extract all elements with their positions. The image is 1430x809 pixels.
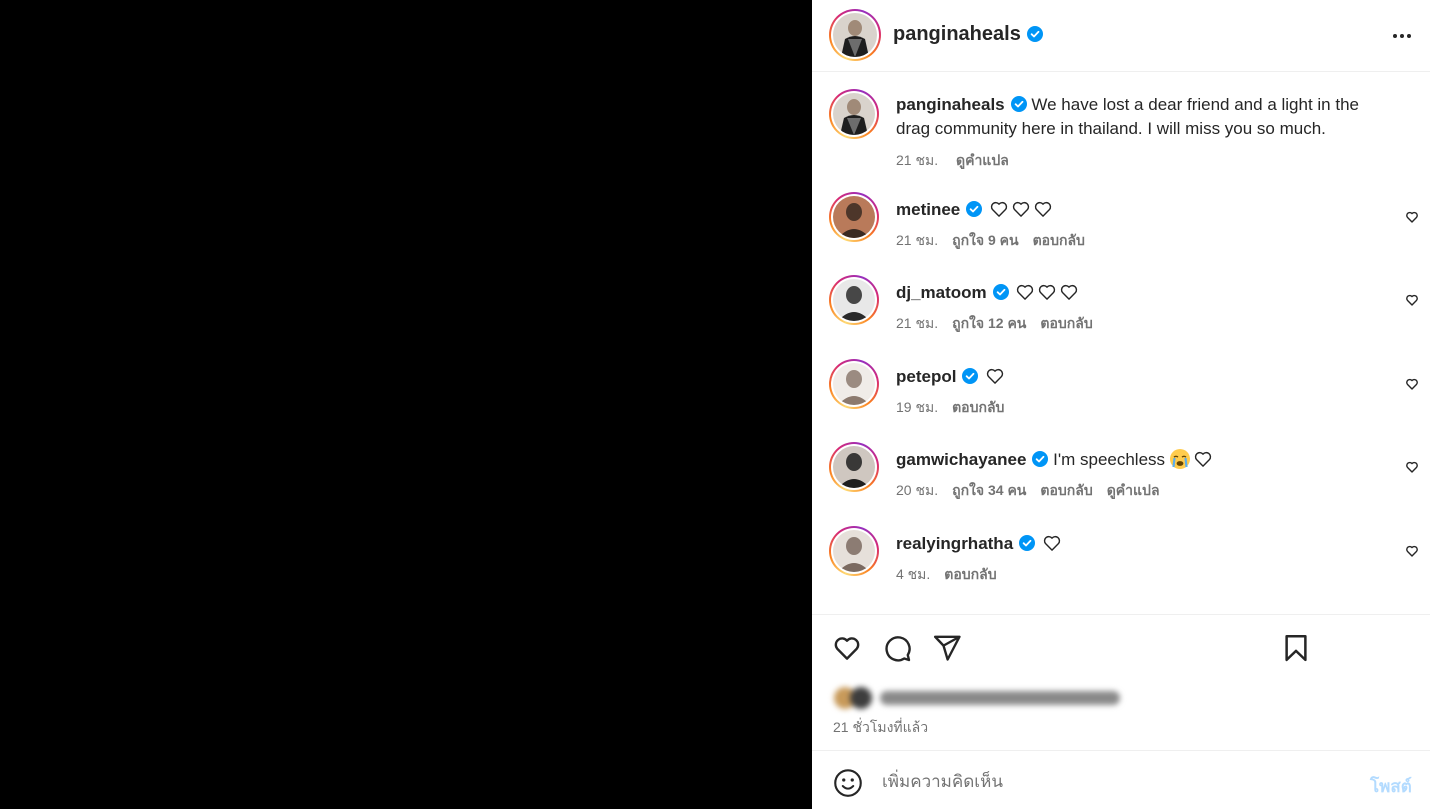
caption-avatar[interactable] [829,89,879,139]
caption-time[interactable]: 21 ชม. [896,152,938,168]
action-bar: 21 ชั่วโมงที่แล้ว [812,614,1430,750]
comment-meta: 21 ชม. ถูกใจ 12 คน ตอบกลับ [896,313,1107,335]
heart-emoji-icon [1011,199,1031,219]
comment-body: metinee [896,198,1376,222]
caption-meta: 21 ชม. ดูคำแปล [896,150,1023,172]
comment-time[interactable]: 19 ชม. [896,399,938,415]
comment-time[interactable]: 20 ชม. [896,482,938,498]
comment-like-icon[interactable] [1405,544,1419,558]
reply-button[interactable]: ตอบกลับ [944,566,996,582]
verified-badge-icon [1019,535,1036,551]
comment-row: metinee 21 ชม. ถูกใจ 9 คน ตอบกลับ [829,192,1419,262]
commenter-username[interactable]: dj_matoom [896,283,987,302]
commenter-avatar[interactable] [829,192,879,242]
reply-button[interactable]: ตอบกลับ [1040,315,1092,331]
comment-like-icon[interactable] [1405,293,1419,307]
comment-body: petepol [896,365,1376,389]
comment-meta: 21 ชม. ถูกใจ 9 คน ตอบกลับ [896,230,1099,252]
see-translation-button[interactable]: ดูคำแปล [956,152,1009,168]
comment-like-icon[interactable] [1405,460,1419,474]
comment-time[interactable]: 21 ชม. [896,232,938,248]
comment-like-icon[interactable] [1405,377,1419,391]
liked-by-summary[interactable] [834,685,1154,711]
comment-body: dj_matoom [896,281,1376,305]
caption-row: panginaheals We have lost a dear friend … [829,89,1419,179]
heart-emoji-icon [1037,282,1057,302]
comment-time[interactable]: 21 ชม. [896,315,938,331]
caption-body: panginaheals We have lost a dear friend … [896,93,1376,141]
commenter-username[interactable]: gamwichayanee [896,450,1026,469]
reply-button[interactable]: ตอบกลับ [952,399,1004,415]
comment-row: dj_matoom 21 ชม. ถูกใจ 12 คน ตอบกลับ [829,275,1419,345]
commenter-avatar[interactable] [829,526,879,576]
post-detail-panel: panginaheals panginaheals We have lost a… [812,0,1430,809]
commenter-avatar[interactable] [829,275,879,325]
share-icon[interactable] [932,633,962,663]
comment-likes-count[interactable]: ถูกใจ 34 คน [952,482,1026,498]
verified-badge-icon [992,284,1009,300]
comment-body: gamwichayanee I'm speechless [896,448,1376,472]
commenter-username[interactable]: realyingrhatha [896,534,1013,553]
crying-emoji-icon [1169,448,1191,470]
heart-emoji-icon [1059,282,1079,302]
post-comment-button[interactable]: โพสต์ [1370,773,1412,800]
comment-likes-count[interactable]: ถูกใจ 12 คน [952,315,1026,331]
verified-badge-icon [962,368,979,384]
verified-badge-icon [966,201,983,217]
see-translation-button[interactable]: ดูคำแปล [1107,482,1160,498]
post-header: panginaheals [812,0,1430,72]
reply-button[interactable]: ตอบกลับ [1040,482,1092,498]
comment-compose: โพสต์ [812,750,1430,809]
comment-meta: 19 ชม. ตอบกลับ [896,397,1018,419]
more-options-icon[interactable] [1390,24,1414,48]
comment-like-icon[interactable] [1405,210,1419,224]
posted-time[interactable]: 21 ชั่วโมงที่แล้ว [833,717,928,739]
commenter-avatar[interactable] [829,359,879,409]
commenter-avatar[interactable] [829,442,879,492]
post-media-area[interactable] [0,0,812,809]
author-avatar[interactable] [829,9,881,61]
author-username[interactable]: panginaheals [893,23,1043,46]
verified-badge-icon [1032,451,1049,467]
comment-row: petepol 19 ชม. ตอบกลับ [829,359,1419,429]
verified-badge-icon [1010,96,1027,112]
author-username-text[interactable]: panginaheals [893,23,1021,45]
commenter-username[interactable]: petepol [896,367,956,386]
comment-meta: 4 ชม. ตอบกลับ [896,564,1011,586]
reply-button[interactable]: ตอบกลับ [1033,232,1085,248]
emoji-picker-icon[interactable] [833,768,863,798]
comment-text: I'm speechless [1053,450,1166,469]
comment-likes-count[interactable]: ถูกใจ 9 คน [952,232,1019,248]
commenter-username[interactable]: metinee [896,200,960,219]
heart-emoji-icon [989,199,1009,219]
add-comment-input[interactable] [882,769,1342,795]
heart-emoji-icon [1015,282,1035,302]
comment-body: realyingrhatha [896,532,1376,556]
comment-row: realyingrhatha 4 ชม. ตอบกลับ [829,526,1419,596]
comment-time[interactable]: 4 ชม. [896,566,930,582]
save-bookmark-icon[interactable] [1281,633,1311,663]
like-icon[interactable] [832,633,862,663]
verified-badge-icon [1026,26,1043,42]
caption-username[interactable]: panginaheals [896,95,1005,114]
comment-row: gamwichayanee I'm speechless 20 ชม. ถูกใจ … [829,442,1419,512]
comment-meta: 20 ชม. ถูกใจ 34 คน ตอบกลับ ดูคำแปล [896,480,1174,502]
heart-emoji-icon [1033,199,1053,219]
heart-emoji-icon [1042,533,1062,553]
heart-emoji-icon [985,366,1005,386]
comment-icon[interactable] [882,633,912,663]
heart-emoji-icon [1193,449,1213,469]
